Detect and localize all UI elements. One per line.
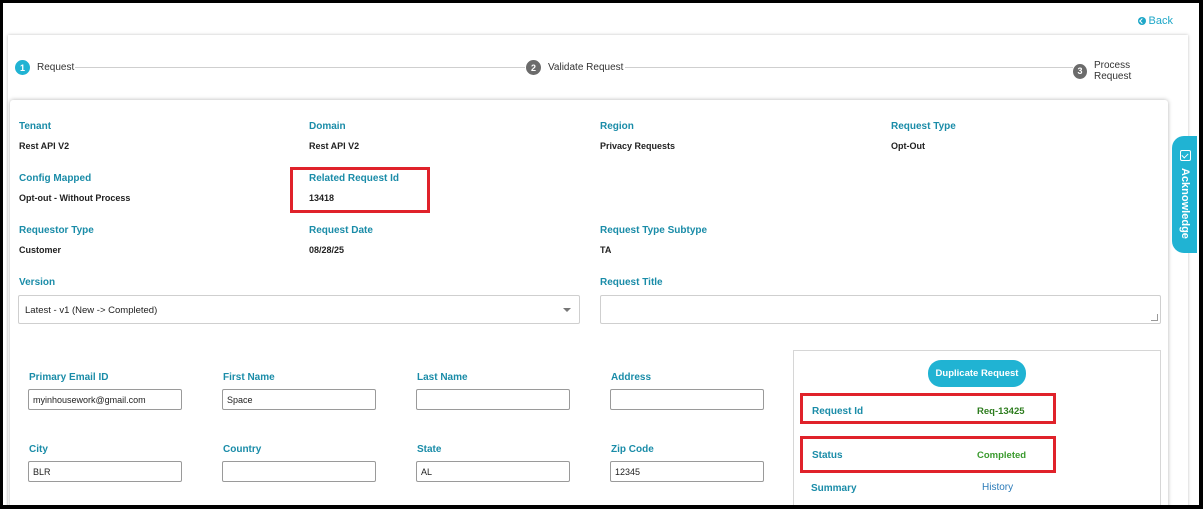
step-connector bbox=[75, 67, 525, 68]
back-arrow-icon bbox=[1137, 17, 1146, 25]
related-request-id-field: Related Request Id 13418 bbox=[309, 173, 399, 203]
tenant-value: Rest API V2 bbox=[19, 141, 70, 151]
step-request[interactable]: 1 Request bbox=[15, 60, 75, 75]
tenant-field: Tenant Rest API V2 bbox=[19, 121, 69, 151]
request-type-subtype-field: Request Type Subtype TA bbox=[600, 225, 707, 255]
requestor-type-value: Customer bbox=[19, 245, 62, 255]
chevron-down-icon bbox=[563, 308, 571, 312]
request-id-value: Req-13425 bbox=[977, 406, 1025, 417]
resize-handle-icon[interactable] bbox=[1151, 314, 1158, 321]
version-field: Version bbox=[19, 277, 55, 288]
request-date-field: Request Date 08/28/25 bbox=[309, 225, 373, 255]
back-label: Back bbox=[1148, 15, 1173, 27]
request-type-subtype-value: TA bbox=[600, 245, 612, 255]
request-title-field: Request Title bbox=[600, 277, 663, 288]
config-mapped-label: Config Mapped bbox=[19, 173, 92, 184]
domain-field: Domain Rest API V2 bbox=[309, 121, 359, 151]
request-date-label: Request Date bbox=[309, 225, 373, 236]
primary-email-label: Primary Email ID bbox=[29, 372, 109, 383]
stepper: 1 Request 2 Validate Request 3 Process R… bbox=[15, 60, 1165, 82]
step-label: Validate Request bbox=[548, 62, 624, 73]
summary-label: Summary bbox=[811, 483, 857, 494]
step-number: 1 bbox=[15, 60, 30, 75]
step-number: 2 bbox=[526, 60, 541, 75]
back-link[interactable]: Back bbox=[1137, 15, 1173, 27]
request-title-label: Request Title bbox=[600, 277, 663, 288]
domain-value: Rest API V2 bbox=[309, 141, 360, 151]
zip-code-label: Zip Code bbox=[611, 444, 654, 455]
domain-label: Domain bbox=[309, 121, 346, 132]
duplicate-request-button[interactable]: Duplicate Request bbox=[928, 360, 1026, 387]
version-label: Version bbox=[19, 277, 56, 288]
request-id-label: Request Id bbox=[812, 406, 864, 417]
country-label: Country bbox=[223, 444, 262, 455]
acknowledge-label: Acknowledge bbox=[1179, 168, 1191, 239]
request-type-subtype-label: Request Type Subtype bbox=[600, 225, 708, 236]
check-square-icon bbox=[1180, 150, 1191, 161]
status-value: Completed bbox=[977, 450, 1027, 461]
step-label: Process Request bbox=[1093, 60, 1132, 82]
status-label: Status bbox=[812, 450, 843, 461]
first-name-input[interactable]: Space bbox=[222, 389, 376, 410]
region-label: Region bbox=[600, 121, 634, 132]
state-input[interactable]: AL bbox=[416, 461, 570, 482]
request-type-field: Request Type Opt-Out bbox=[891, 121, 956, 151]
version-select[interactable]: Latest - v1 (New -> Completed) bbox=[18, 295, 580, 324]
requestor-type-label: Requestor Type bbox=[19, 225, 94, 236]
requestor-type-field: Requestor Type Customer bbox=[19, 225, 94, 255]
history-link[interactable]: History bbox=[982, 482, 1013, 493]
address-label: Address bbox=[611, 372, 652, 383]
related-request-id-value: 13418 bbox=[309, 193, 335, 203]
step-label: Request bbox=[37, 62, 75, 73]
step-number: 3 bbox=[1073, 63, 1087, 79]
config-mapped-field: Config Mapped Opt-out - Without Process bbox=[19, 173, 130, 203]
primary-email-input[interactable]: myinhousework@gmail.com bbox=[28, 389, 182, 410]
step-process-request[interactable]: 3 Process Request bbox=[1073, 60, 1165, 82]
first-name-label: First Name bbox=[223, 372, 275, 383]
version-selected-value: Latest - v1 (New -> Completed) bbox=[25, 305, 158, 316]
tenant-label: Tenant bbox=[19, 121, 52, 132]
address-input[interactable] bbox=[610, 389, 764, 410]
country-input[interactable] bbox=[222, 461, 376, 482]
last-name-input[interactable] bbox=[416, 389, 570, 410]
state-label: State bbox=[417, 444, 442, 455]
last-name-label: Last Name bbox=[417, 372, 468, 383]
request-type-value: Opt-Out bbox=[891, 141, 925, 151]
step-validate-request[interactable]: 2 Validate Request bbox=[526, 60, 624, 75]
config-mapped-value: Opt-out - Without Process bbox=[19, 193, 131, 203]
region-value: Privacy Requests bbox=[600, 141, 676, 151]
city-input[interactable]: BLR bbox=[28, 461, 182, 482]
zip-code-input[interactable]: 12345 bbox=[610, 461, 764, 482]
request-date-value: 08/28/25 bbox=[309, 245, 345, 255]
related-request-id-label: Related Request Id bbox=[309, 173, 400, 184]
city-label: City bbox=[29, 444, 48, 455]
request-title-input[interactable] bbox=[600, 295, 1161, 324]
step-connector bbox=[625, 67, 1075, 68]
request-type-label: Request Type bbox=[891, 121, 956, 132]
region-field: Region Privacy Requests bbox=[600, 121, 675, 151]
